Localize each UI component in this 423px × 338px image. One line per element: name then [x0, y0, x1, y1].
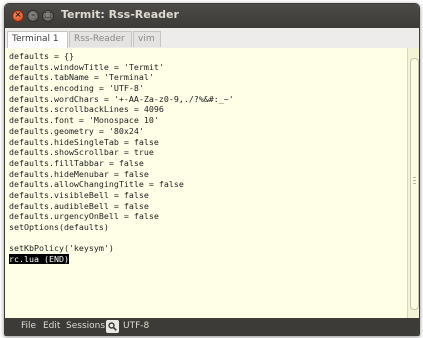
scrollbar-thumb[interactable] — [410, 58, 419, 310]
terminal-line: setOptions(defaults) — [9, 222, 234, 233]
window-title: Termit: Rss-Reader — [61, 8, 179, 21]
menu-sessions[interactable]: Sessions — [66, 318, 105, 335]
terminal-line-text: defaults.wordChars = '+-AA-Za-z0-9,./?%&… — [9, 93, 234, 104]
terminal-line-text: defaults.visibleBell = false — [9, 189, 149, 200]
terminal-line: defaults.hideSingleTab = false — [9, 137, 234, 148]
terminal-line: defaults = {} — [9, 51, 234, 62]
menu-bar: File Edit Sessions UTF-8 — [5, 318, 419, 335]
terminal-line: defaults.fillTabbar = false — [9, 158, 234, 169]
encoding-label[interactable]: UTF-8 — [123, 318, 149, 335]
tab-terminal-1[interactable]: Terminal 1 — [7, 31, 68, 49]
terminal-line-text: setOptions(defaults) — [9, 222, 109, 232]
tab-bar: Terminal 1 Rss-Reader vim — [5, 28, 419, 49]
terminal-output: defaults = {} defaults.windowTitle = 'Ter… — [9, 51, 234, 265]
terminal-line: defaults.audibleBell = false — [9, 201, 234, 212]
terminal-line: defaults.allowChangingTitle = false — [9, 179, 234, 190]
maximize-icon: □ — [44, 10, 52, 19]
terminal-line-text: defaults.font = 'Monospace 10' — [9, 115, 159, 126]
terminal-line-text: defaults = {} — [9, 51, 74, 61]
minimize-button[interactable]: – — [27, 10, 39, 22]
terminal-line: defaults.visibleBell = false — [9, 190, 234, 201]
search-icon — [108, 322, 117, 331]
terminal-line-text: defaults.tabName = 'Terminal' — [9, 72, 154, 83]
terminal-line-text: defaults.hideMenubar = false — [9, 168, 149, 179]
terminal-line: defaults.tabName = 'Terminal' — [9, 72, 234, 83]
terminal-line: setKbPolicy('keysym') — [9, 243, 234, 254]
terminal-line: defaults.hideMenubar = false — [9, 169, 234, 180]
terminal-area[interactable]: defaults = {} defaults.windowTitle = 'Ter… — [5, 48, 407, 318]
terminal-line: defaults.scrollbackLines = 4096 — [9, 104, 234, 115]
terminal-line-text: defaults.allowChangingTitle = false — [9, 179, 184, 190]
terminal-line-text: defaults.hideSingleTab = false — [9, 136, 159, 147]
terminal-line-text: defaults.showScrollbar = true — [9, 147, 154, 158]
menu-file[interactable]: File — [21, 318, 36, 335]
tab-rss-reader[interactable]: Rss-Reader — [69, 31, 132, 47]
scrollbar-grip — [413, 180, 416, 181]
close-button[interactable]: × — [12, 10, 24, 22]
terminal-line-text: defaults.encoding = 'UTF-8' — [9, 83, 144, 94]
terminal-line-text: defaults.audibleBell = false — [9, 200, 149, 211]
terminal-line-text: defaults.windowTitle = 'Termit' — [9, 61, 164, 72]
scrollbar-grip — [413, 183, 416, 184]
terminal-line-text: defaults.scrollbackLines = 4096 — [9, 104, 164, 115]
minimize-icon: – — [31, 10, 35, 19]
terminal-window: × – □ Termit: Rss-Reader Terminal 1 Rss-… — [4, 3, 420, 336]
terminal-line-text: defaults.geometry = '80x24' — [9, 125, 144, 136]
terminal-line: defaults.geometry = '80x24' — [9, 126, 234, 137]
scrollbar[interactable] — [407, 48, 419, 318]
terminal-line: defaults.urgencyOnBell = false — [9, 211, 234, 222]
terminal-line: rc.lua (END) — [9, 254, 234, 265]
terminal-line: defaults.font = 'Monospace 10' — [9, 115, 234, 126]
terminal-line: defaults.windowTitle = 'Termit' — [9, 62, 234, 73]
terminal-line: defaults.showScrollbar = true — [9, 147, 234, 158]
maximize-button[interactable]: □ — [42, 10, 54, 22]
tab-vim[interactable]: vim — [133, 31, 161, 47]
title-bar[interactable]: × – □ Termit: Rss-Reader — [5, 4, 419, 28]
terminal-line: defaults.encoding = 'UTF-8' — [9, 83, 234, 94]
terminal-line-text: setKbPolicy('keysym') — [9, 243, 114, 254]
scrollbar-grip — [413, 177, 416, 178]
close-icon: × — [14, 10, 22, 19]
terminal-line-text: defaults.urgencyOnBell = false — [9, 211, 159, 222]
menu-edit[interactable]: Edit — [43, 318, 60, 335]
search-button[interactable] — [106, 320, 119, 333]
terminal-line-text: rc.lua (END) — [9, 254, 69, 265]
terminal-line: defaults.wordChars = '+-AA-Za-z0-9,./?%&… — [9, 94, 234, 105]
terminal-line-text: defaults.fillTabbar = false — [9, 157, 144, 168]
